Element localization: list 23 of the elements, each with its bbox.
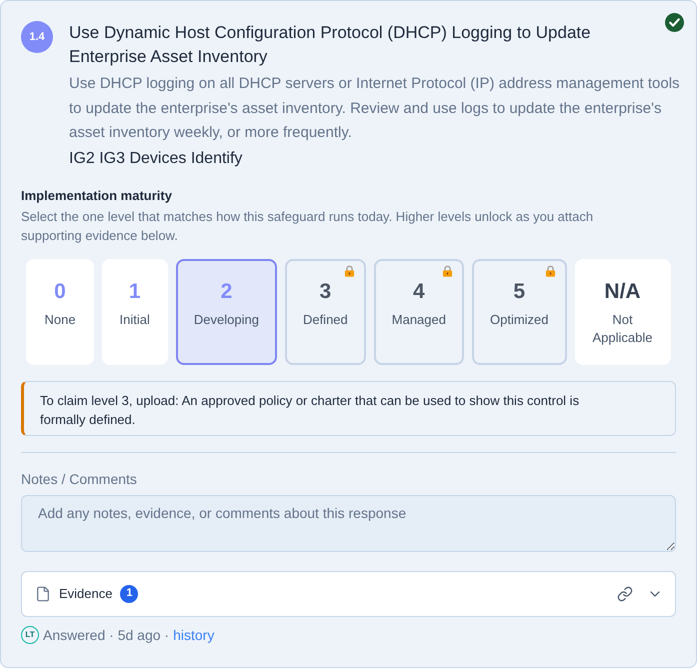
safeguard-tags: IG2 IG3 Devices Identify	[69, 146, 690, 170]
safeguard-title: Use Dynamic Host Configuration Protocol (DHCP) Logging to Update Enterprise Asset Inventory	[69, 22, 592, 68]
evidence-label: Evidence	[59, 584, 112, 603]
notes-label: Notes / Comments	[21, 470, 138, 488]
link-icon	[617, 586, 633, 602]
maturity-help-text: Select the one level that matches how this safeguard runs today. Higher levels unlock as you attach supporting evidence below.	[21, 208, 594, 244]
requirement-alert: To claim level 3, upload: An approved policy or charter that can be used to show this control is formally defined.	[21, 380, 676, 436]
maturity-level-option[interactable]: 2 Developing	[176, 258, 277, 364]
maturity-level-option[interactable]: N/A Not Applicable	[574, 258, 671, 364]
maturity-level-option[interactable]: 5 Optimized	[472, 258, 567, 364]
maturity-level-option[interactable]: 3 Defined	[284, 258, 366, 364]
user-avatar: LT	[21, 626, 39, 644]
file-icon	[35, 586, 51, 602]
maturity-level-option[interactable]: 4 Managed	[374, 258, 464, 364]
evidence-count-badge: 1	[120, 584, 138, 602]
maturity-heading: Implementation maturity	[21, 186, 173, 205]
answered-status: Answered · 5d ago ·	[43, 626, 170, 644]
maturity-level-option[interactable]: 1 Initial	[102, 258, 168, 364]
safeguard-number-badge: 1.4	[21, 21, 53, 53]
maturity-level-option[interactable]: 0 None	[26, 258, 94, 364]
link-button[interactable]	[617, 586, 633, 602]
notes-field[interactable]: Add any notes, evidence, or comments about this response	[21, 494, 676, 552]
safeguard-description: Use DHCP logging on all DHCP servers or Internet Protocol (IP) address management tools to update the enterprise's asset inventory. Review and use logs to update the enterprise's asset inventory weekly, or more frequently.	[69, 74, 681, 143]
